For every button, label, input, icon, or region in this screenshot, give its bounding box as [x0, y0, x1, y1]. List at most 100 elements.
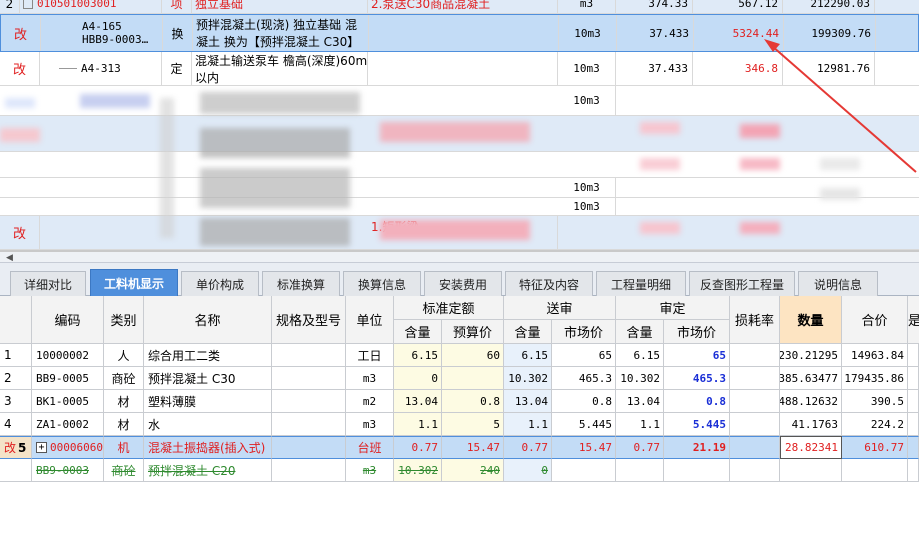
header-aud-qty[interactable]: 含量 — [616, 320, 664, 344]
cell-loss[interactable] — [730, 459, 780, 482]
cell-std-price[interactable]: 15.47 — [442, 436, 504, 459]
cell-name[interactable]: 塑料薄膜 — [144, 390, 272, 413]
cell-sub-qty[interactable]: 10.302 — [504, 367, 552, 390]
pane-splitter[interactable]: ◀ — [0, 252, 919, 263]
cell-extra[interactable] — [908, 390, 919, 413]
cell-category[interactable]: 机 — [104, 436, 144, 459]
cell-unit[interactable]: m3 — [346, 367, 394, 390]
bill-row-selected[interactable]: 改 A4-165 HBB9-0003… 换 预拌混凝土(现浇) 独立基础 混 凝… — [0, 14, 919, 52]
cell-code[interactable]: BK1-0005 — [32, 390, 104, 413]
tab-unit-price[interactable]: 单价构成 — [181, 271, 259, 297]
tab-conversion-info[interactable]: 换算信息 — [343, 271, 421, 297]
cell-total[interactable]: 224.2 — [842, 413, 908, 436]
tab-notes[interactable]: 说明信息 — [798, 271, 878, 297]
cell-std-qty[interactable]: 6.15 — [394, 344, 442, 367]
cell-category[interactable]: 商砼 — [104, 459, 144, 482]
expand-icon[interactable]: + — [36, 442, 47, 453]
cell-spec[interactable] — [272, 344, 346, 367]
cell-category[interactable]: 材 — [104, 390, 144, 413]
cell-aud-qty[interactable] — [616, 459, 664, 482]
cell-sub-qty[interactable]: 13.04 — [504, 390, 552, 413]
header-unit[interactable]: 单位 — [346, 296, 394, 344]
expand-icon[interactable] — [23, 0, 33, 9]
header-name[interactable]: 名称 — [144, 296, 272, 344]
cell-no[interactable]: 3 — [0, 390, 32, 413]
cell-spec[interactable] — [272, 367, 346, 390]
cell-extra[interactable] — [908, 413, 919, 436]
bill-row-header[interactable]: 2 010501003001 项 独立基础 2.泵送C30商品混凝土 m3 37… — [0, 0, 919, 14]
tab-features[interactable]: 特征及内容 — [505, 271, 593, 297]
cell-sub-price[interactable]: 5.445 — [552, 413, 616, 436]
cell-quantity[interactable]: 230.21295 — [780, 344, 842, 367]
cell-spec[interactable] — [272, 390, 346, 413]
cell-std-price[interactable] — [442, 367, 504, 390]
cell-aud-price[interactable]: 21.19 — [664, 436, 730, 459]
header-spec[interactable]: 规格及型号 — [272, 296, 346, 344]
cell-total[interactable]: 14963.84 — [842, 344, 908, 367]
cell-aud-qty[interactable]: 6.15 — [616, 344, 664, 367]
cell-sub-price[interactable]: 465.3 — [552, 367, 616, 390]
cell-std-price[interactable]: 5 — [442, 413, 504, 436]
tab-labor-material-machine[interactable]: 工料机显示 — [90, 269, 178, 297]
tab-standard-conversion[interactable]: 标准换算 — [262, 271, 340, 297]
cell-code[interactable]: 10000002 — [32, 344, 104, 367]
cell-sub-price[interactable] — [552, 459, 616, 482]
cell-loss[interactable] — [730, 390, 780, 413]
cell-code[interactable]: ZA1-0002 — [32, 413, 104, 436]
cell-quantity[interactable]: 488.12632 — [780, 390, 842, 413]
header-sub-qty[interactable]: 含量 — [504, 320, 552, 344]
cell-total[interactable]: 179435.86 — [842, 367, 908, 390]
cell-unit[interactable]: m3 — [346, 459, 394, 482]
cell-category[interactable]: 人 — [104, 344, 144, 367]
cell-total[interactable] — [842, 459, 908, 482]
cell-sub-price[interactable]: 65 — [552, 344, 616, 367]
cell-std-qty[interactable]: 13.04 — [394, 390, 442, 413]
tab-detail-compare[interactable]: 详细对比 — [10, 271, 86, 297]
cell-unit[interactable]: 工日 — [346, 344, 394, 367]
cell-quantity[interactable] — [780, 459, 842, 482]
cell-aud-price[interactable]: 0.8 — [664, 390, 730, 413]
header-extra[interactable]: 是 — [908, 296, 919, 344]
cell-spec[interactable] — [272, 436, 346, 459]
cell-loss[interactable] — [730, 344, 780, 367]
cell-name[interactable]: 预拌混凝土 C30 — [144, 367, 272, 390]
cell-no[interactable]: 2 — [0, 367, 32, 390]
header-aud-price[interactable]: 市场价 — [664, 320, 730, 344]
cell-sub-qty[interactable]: 0.77 — [504, 436, 552, 459]
cell-aud-price[interactable]: 65 — [664, 344, 730, 367]
cell-aud-qty[interactable]: 13.04 — [616, 390, 664, 413]
cell-unit[interactable]: m2 — [346, 390, 394, 413]
cell-loss[interactable] — [730, 413, 780, 436]
header-std-price[interactable]: 预算价 — [442, 320, 504, 344]
tab-install-fee[interactable]: 安装费用 — [424, 271, 502, 297]
cell-extra[interactable] — [908, 459, 919, 482]
header-category[interactable]: 类别 — [104, 296, 144, 344]
header-quantity[interactable]: 数量 — [780, 296, 842, 344]
cell-name[interactable]: 综合用工二类 — [144, 344, 272, 367]
cell-spec[interactable] — [272, 459, 346, 482]
cell-std-qty[interactable]: 0.77 — [394, 436, 442, 459]
cell-name[interactable]: 预拌混凝土 C20 — [144, 459, 272, 482]
cell-no[interactable] — [0, 459, 32, 482]
cell-std-qty[interactable]: 10.302 — [394, 459, 442, 482]
cell-name[interactable]: 水 — [144, 413, 272, 436]
cell-sub-qty[interactable]: 6.15 — [504, 344, 552, 367]
cell-quantity[interactable]: 385.63477 — [780, 367, 842, 390]
cell-code[interactable]: BB9-0005 — [32, 367, 104, 390]
cell-aud-price[interactable]: 5.445 — [664, 413, 730, 436]
cell-unit[interactable]: 台班 — [346, 436, 394, 459]
bill-row[interactable]: 改 A4-313 定 混凝土输送泵车 檐高(深度)60m 以内 10m3 37.… — [0, 52, 919, 86]
cell-extra[interactable] — [908, 436, 919, 459]
tab-quantity-detail[interactable]: 工程量明细 — [596, 271, 686, 297]
cell-aud-price[interactable] — [664, 459, 730, 482]
cell-quantity[interactable]: 41.1763 — [780, 413, 842, 436]
tab-reverse-lookup[interactable]: 反查图形工程量 — [689, 271, 795, 297]
cell-code[interactable]: +00006060 — [32, 436, 104, 459]
cell-no[interactable]: 1 — [0, 344, 32, 367]
cell-std-price[interactable]: 60 — [442, 344, 504, 367]
cell-aud-qty[interactable]: 0.77 — [616, 436, 664, 459]
cell-sub-qty[interactable]: 1.1 — [504, 413, 552, 436]
cell-total[interactable]: 390.5 — [842, 390, 908, 413]
cell-aud-qty[interactable]: 1.1 — [616, 413, 664, 436]
cell-aud-price[interactable]: 465.3 — [664, 367, 730, 390]
